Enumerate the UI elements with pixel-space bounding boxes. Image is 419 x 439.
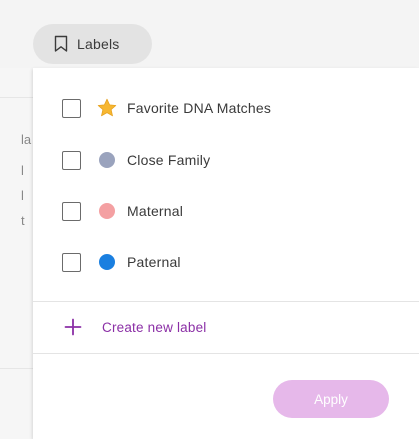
background-text: t — [21, 213, 25, 228]
label-option-text: Maternal — [127, 203, 184, 219]
label-option-paternal[interactable]: Paternal — [33, 242, 419, 282]
create-new-label-text: Create new label — [102, 319, 207, 335]
apply-button[interactable]: Apply — [273, 380, 389, 418]
color-dot-icon — [99, 203, 115, 219]
background-text: la — [21, 132, 32, 147]
color-dot-icon — [99, 254, 115, 270]
label-option-text: Close Family — [127, 152, 211, 168]
label-option-favorite-dna-matches[interactable]: Favorite DNA Matches — [33, 88, 419, 128]
checkbox[interactable] — [62, 150, 81, 170]
divider — [33, 353, 419, 354]
checkbox[interactable] — [62, 98, 81, 118]
create-new-label-button[interactable]: Create new label — [33, 306, 419, 348]
label-option-close-family[interactable]: Close Family — [33, 140, 419, 180]
top-toolbar: Labels — [0, 0, 419, 68]
checkbox[interactable] — [62, 201, 81, 221]
labels-dropdown: Favorite DNA Matches Close Family Matern… — [33, 68, 419, 439]
divider — [0, 97, 33, 98]
label-option-text: Paternal — [127, 254, 181, 270]
background-page-fragment: la l l t — [0, 68, 33, 439]
labels-button[interactable]: Labels — [33, 24, 152, 64]
divider — [33, 301, 419, 302]
background-text: l — [21, 188, 24, 203]
plus-icon — [64, 318, 82, 336]
checkbox[interactable] — [62, 252, 81, 272]
bookmark-icon — [53, 35, 69, 53]
labels-button-label: Labels — [77, 36, 120, 52]
divider — [0, 368, 33, 369]
color-dot-icon — [99, 152, 115, 168]
label-option-maternal[interactable]: Maternal — [33, 191, 419, 231]
label-option-text: Favorite DNA Matches — [127, 100, 272, 116]
background-text: l — [21, 163, 24, 178]
star-icon — [97, 98, 117, 118]
